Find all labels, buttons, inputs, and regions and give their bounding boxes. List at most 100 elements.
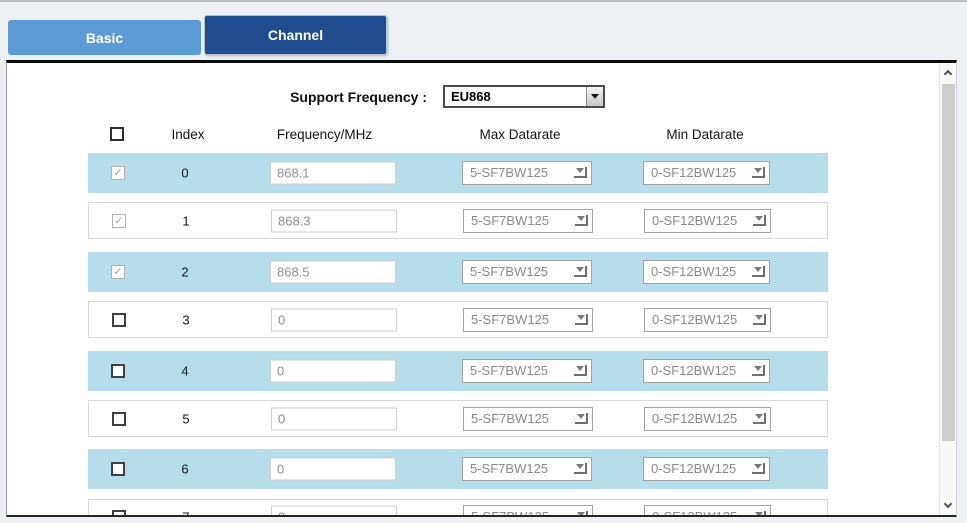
channel-rows: ✓ 0 5-SF7BW125 0-SF12BW125 ✓ 1 5-SF7BW12… [88,153,828,517]
scrollbar-thumb[interactable] [942,84,955,441]
row-checkbox[interactable] [112,313,126,327]
min-datarate-value: 0-SF12BW125 [651,461,736,476]
chevron-down-icon [753,511,766,517]
frequency-input[interactable] [270,162,396,185]
row-index: 6 [153,462,217,477]
channel-row: 6 5-SF7BW125 0-SF12BW125 [88,449,828,489]
chevron-down-icon [575,511,588,517]
column-header-min-datarate: Min Datarate [635,127,775,142]
channel-row: 5 5-SF7BW125 0-SF12BW125 [88,400,828,437]
chevron-down-icon [591,94,599,99]
max-datarate-select[interactable]: 5-SF7BW125 [462,457,592,481]
support-frequency-label: Support Frequency : [157,89,427,106]
support-frequency-select[interactable]: EU868 [443,85,605,108]
row-checkbox[interactable] [111,462,125,476]
scroll-down-button[interactable] [940,497,956,514]
support-frequency-value: EU868 [451,89,491,104]
max-datarate-value: 5-SF7BW125 [471,213,549,228]
max-datarate-select[interactable]: 5-SF7BW125 [463,308,593,332]
min-datarate-select[interactable]: 0-SF12BW125 [643,359,770,383]
frequency-input[interactable] [271,209,397,232]
max-datarate-value: 5-SF7BW125 [471,509,549,517]
min-datarate-value: 0-SF12BW125 [652,213,737,228]
chevron-up-icon [944,70,952,78]
chevron-down-icon [752,167,765,178]
tab-basic[interactable]: Basic [8,20,201,55]
channel-row: 4 5-SF7BW125 0-SF12BW125 [88,351,828,391]
row-index: 0 [153,166,217,181]
chevron-down-icon [752,266,765,277]
min-datarate-value: 0-SF12BW125 [652,411,737,426]
row-checkbox[interactable] [112,510,126,517]
max-datarate-select[interactable]: 5-SF7BW125 [463,505,593,517]
chevron-down-icon [574,365,587,376]
min-datarate-value: 0-SF12BW125 [651,264,736,279]
chevron-down-icon [575,413,588,424]
frequency-input[interactable] [271,506,397,517]
row-checkbox[interactable]: ✓ [111,265,125,279]
max-datarate-select[interactable]: 5-SF7BW125 [462,161,592,185]
row-index: 3 [154,312,218,327]
max-datarate-value: 5-SF7BW125 [470,363,548,378]
channel-settings-panel: Support Frequency : EU868 Index Frequenc… [6,60,957,517]
max-datarate-select[interactable]: 5-SF7BW125 [463,209,593,233]
chevron-down-icon [944,500,952,508]
min-datarate-select[interactable]: 0-SF12BW125 [644,308,771,332]
scroll-up-button[interactable] [940,64,956,81]
chevron-down-icon [574,266,587,277]
max-datarate-select[interactable]: 5-SF7BW125 [462,359,592,383]
min-datarate-select[interactable]: 0-SF12BW125 [643,260,770,284]
min-datarate-value: 0-SF12BW125 [651,165,736,180]
min-datarate-select[interactable]: 0-SF12BW125 [644,209,771,233]
row-checkbox[interactable]: ✓ [112,214,126,228]
row-index: 5 [154,411,218,426]
max-datarate-value: 5-SF7BW125 [471,312,549,327]
min-datarate-select[interactable]: 0-SF12BW125 [643,161,770,185]
row-checkbox[interactable]: ✓ [111,166,125,180]
tab-channel-label: Channel [268,27,323,43]
row-checkbox[interactable] [111,364,125,378]
frequency-input[interactable] [270,458,396,481]
chevron-down-icon [574,167,587,178]
chevron-down-icon [753,314,766,325]
chevron-down-icon [752,365,765,376]
max-datarate-select[interactable]: 5-SF7BW125 [463,407,593,431]
min-datarate-value: 0-SF12BW125 [652,312,737,327]
min-datarate-select[interactable]: 0-SF12BW125 [644,407,771,431]
support-frequency-dropdown-button[interactable] [586,87,603,106]
max-datarate-value: 5-SF7BW125 [470,264,548,279]
frequency-input[interactable] [270,260,396,283]
chevron-down-icon [753,215,766,226]
chevron-down-icon [575,215,588,226]
tab-channel[interactable]: Channel [204,15,387,55]
row-index: 7 [154,510,218,517]
channel-row: ✓ 1 5-SF7BW125 0-SF12BW125 [88,202,828,239]
frequency-input[interactable] [270,359,396,382]
max-datarate-value: 5-SF7BW125 [471,411,549,426]
chevron-down-icon [752,463,765,474]
chevron-down-icon [574,463,587,474]
min-datarate-value: 0-SF12BW125 [652,509,737,517]
max-datarate-select[interactable]: 5-SF7BW125 [462,260,592,284]
min-datarate-value: 0-SF12BW125 [651,363,736,378]
select-all-checkbox[interactable] [110,127,124,141]
min-datarate-select[interactable]: 0-SF12BW125 [644,505,771,517]
channel-row: 7 5-SF7BW125 0-SF12BW125 [88,499,828,517]
vertical-scrollbar[interactable] [939,63,956,515]
row-index: 2 [153,264,217,279]
frequency-input[interactable] [271,308,397,331]
window-top-edge [0,0,967,2]
chevron-down-icon [753,413,766,424]
frequency-input[interactable] [271,407,397,430]
chevron-down-icon [575,314,588,325]
column-header-index: Index [148,127,228,142]
max-datarate-value: 5-SF7BW125 [470,461,548,476]
column-header-frequency: Frequency/MHz [257,127,392,142]
channel-row: 3 5-SF7BW125 0-SF12BW125 [88,301,828,338]
column-header-max-datarate: Max Datarate [450,127,590,142]
channel-row: ✓ 2 5-SF7BW125 0-SF12BW125 [88,252,828,292]
row-checkbox[interactable] [112,412,126,426]
row-index: 1 [154,213,218,228]
tab-basic-label: Basic [86,30,123,46]
min-datarate-select[interactable]: 0-SF12BW125 [643,457,770,481]
